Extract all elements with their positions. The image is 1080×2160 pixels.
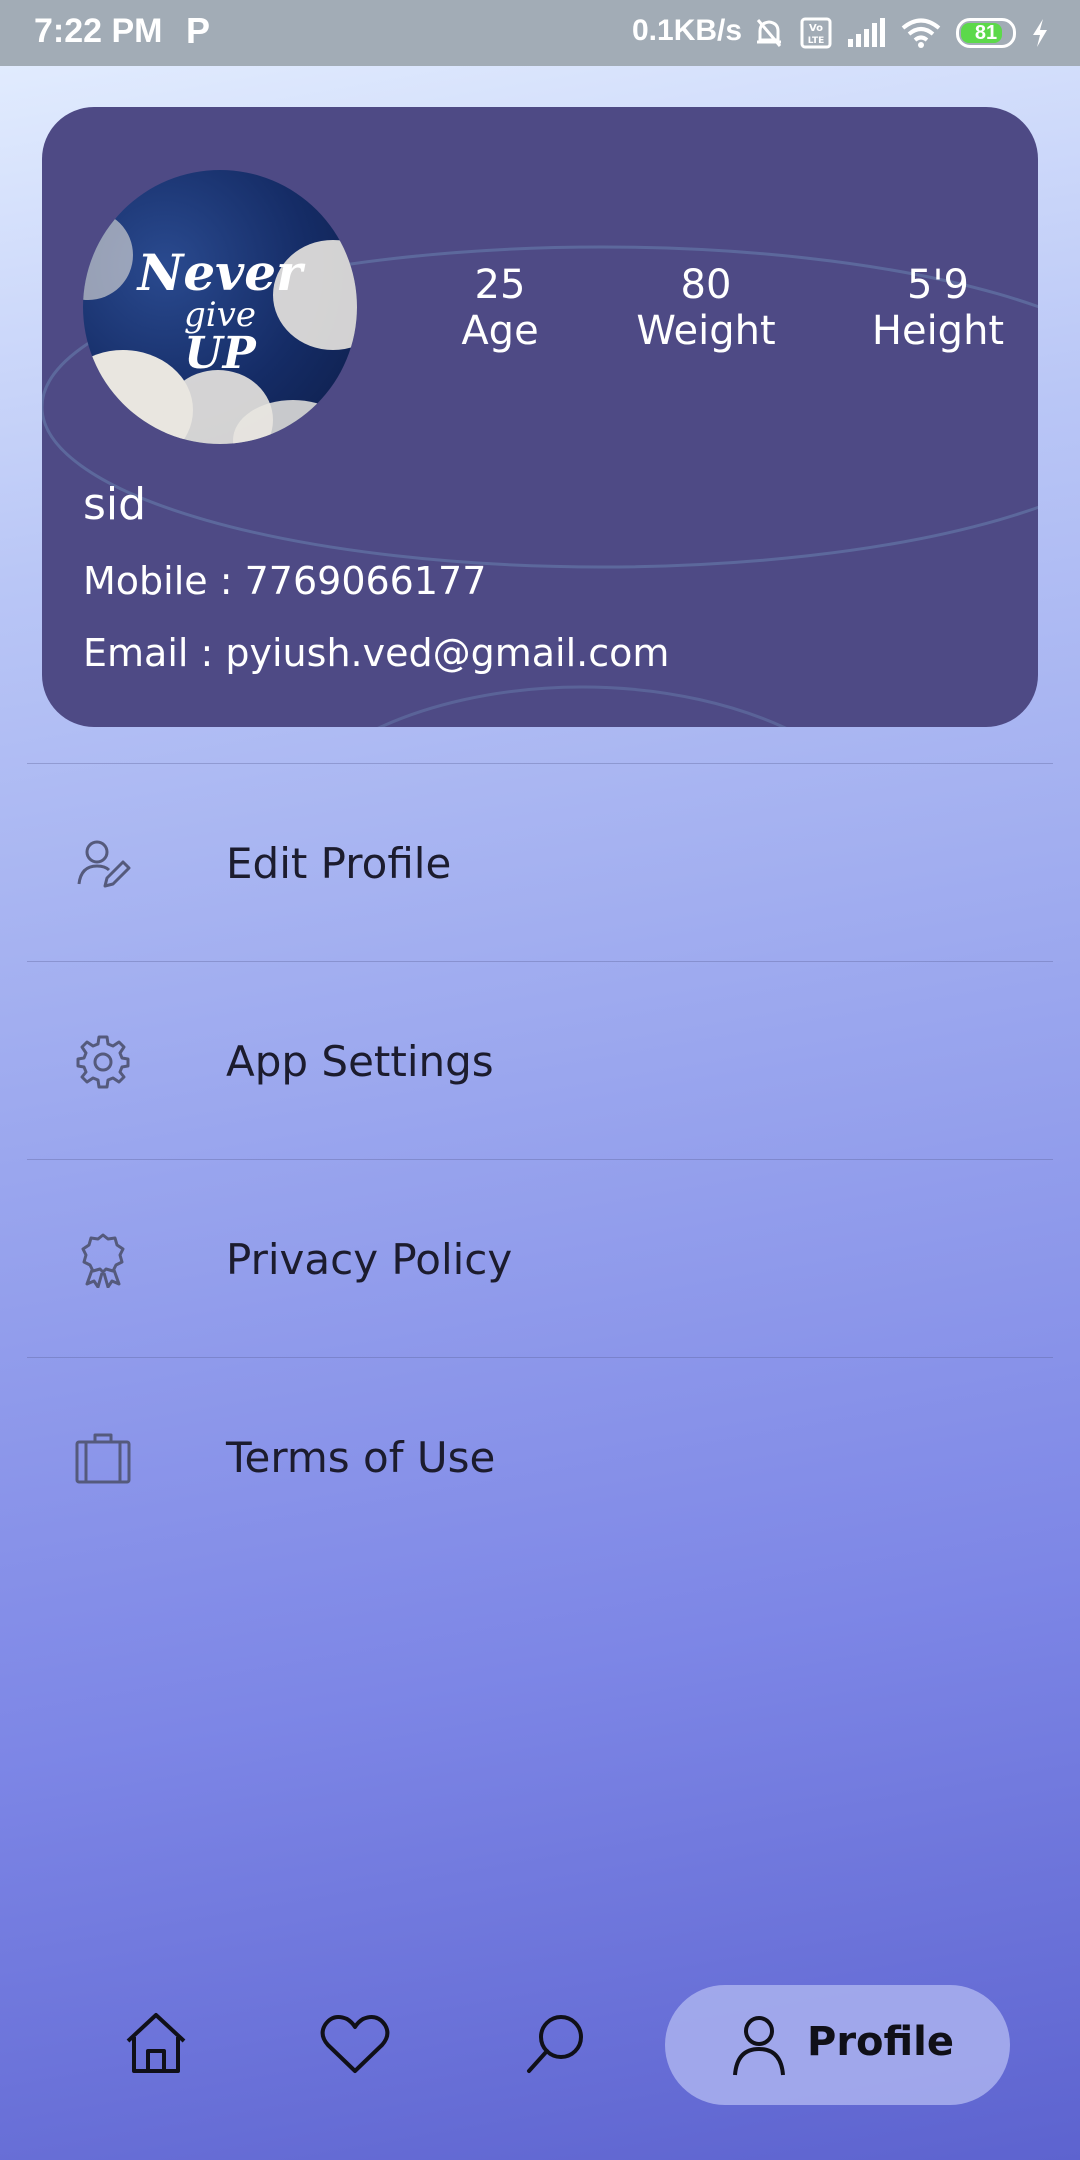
gear-icon <box>76 1035 130 1089</box>
nav-profile-label: Profile <box>807 2019 955 2065</box>
home-icon <box>126 2013 186 2073</box>
charging-bolt-icon <box>1033 19 1047 47</box>
profile-icon <box>733 2016 785 2076</box>
status-icons: Vo LTE 81 <box>752 12 1050 54</box>
stat-height-label: Height <box>871 308 1005 354</box>
briefcase-icon <box>75 1433 131 1484</box>
user-email: Email : pyiush.ved@gmail.com <box>83 631 670 675</box>
avatar-quote-line1: Never <box>137 243 303 302</box>
stat-height-value: 5'9 <box>907 262 969 308</box>
search-icon <box>527 2015 583 2073</box>
menu-item-label: App Settings <box>226 1037 494 1086</box>
nav-home-button[interactable] <box>116 2005 196 2085</box>
avatar-quote-line2: give <box>184 295 256 335</box>
nav-search-button[interactable] <box>515 2005 595 2085</box>
stat-height: 5'9 Height <box>838 262 1038 354</box>
menu-item-app-settings[interactable]: App Settings <box>27 961 1053 1157</box>
stat-age: 25 Age <box>400 262 600 354</box>
edit-profile-icon <box>77 840 131 888</box>
stat-weight-label: Weight <box>636 308 776 354</box>
menu-item-label: Edit Profile <box>226 839 452 888</box>
user-mobile: Mobile : 7769066177 <box>83 559 487 603</box>
stat-weight-value: 80 <box>680 262 732 308</box>
profile-screen: 7:22 PM P 0.1KB/s Vo LTE 81 Never give U… <box>0 0 1080 2160</box>
status-time: 7:22 PM <box>34 12 163 50</box>
badge-icon <box>81 1233 125 1288</box>
avatar-quote: Never give UP <box>83 248 357 376</box>
volte-icon: Vo LTE <box>800 17 832 49</box>
menu-item-edit-profile[interactable]: Edit Profile <box>27 763 1053 959</box>
heart-icon <box>320 2015 390 2073</box>
stat-weight: 80 Weight <box>606 262 806 354</box>
user-name: sid <box>83 479 147 530</box>
battery-icon: 81 <box>956 18 1016 48</box>
signal-icon <box>848 18 885 47</box>
menu-item-terms-of-use[interactable]: Terms of Use <box>27 1357 1053 1553</box>
wifi-icon <box>901 18 941 48</box>
app-notification-icon: P <box>186 10 211 51</box>
stat-age-label: Age <box>461 308 539 354</box>
nav-favorites-button[interactable] <box>315 2005 395 2085</box>
svg-text:Vo: Vo <box>809 23 823 34</box>
nav-profile-button[interactable]: Profile <box>665 1985 1010 2105</box>
svg-text:LTE: LTE <box>808 36 825 46</box>
status-bar: 7:22 PM P 0.1KB/s Vo LTE 81 <box>0 0 1080 66</box>
menu-item-label: Terms of Use <box>226 1433 496 1482</box>
mute-bell-icon <box>756 19 782 47</box>
avatar-quote-line3: UP <box>184 328 256 379</box>
avatar[interactable]: Never give UP <box>83 170 357 444</box>
menu-item-label: Privacy Policy <box>226 1235 513 1284</box>
network-speed: 0.1KB/s <box>632 14 743 47</box>
stat-age-value: 25 <box>474 262 526 308</box>
menu-item-privacy-policy[interactable]: Privacy Policy <box>27 1159 1053 1355</box>
battery-level: 81 <box>974 22 998 44</box>
profile-card: Never give UP 25 Age 80 Weight 5'9 Heigh… <box>42 107 1038 727</box>
